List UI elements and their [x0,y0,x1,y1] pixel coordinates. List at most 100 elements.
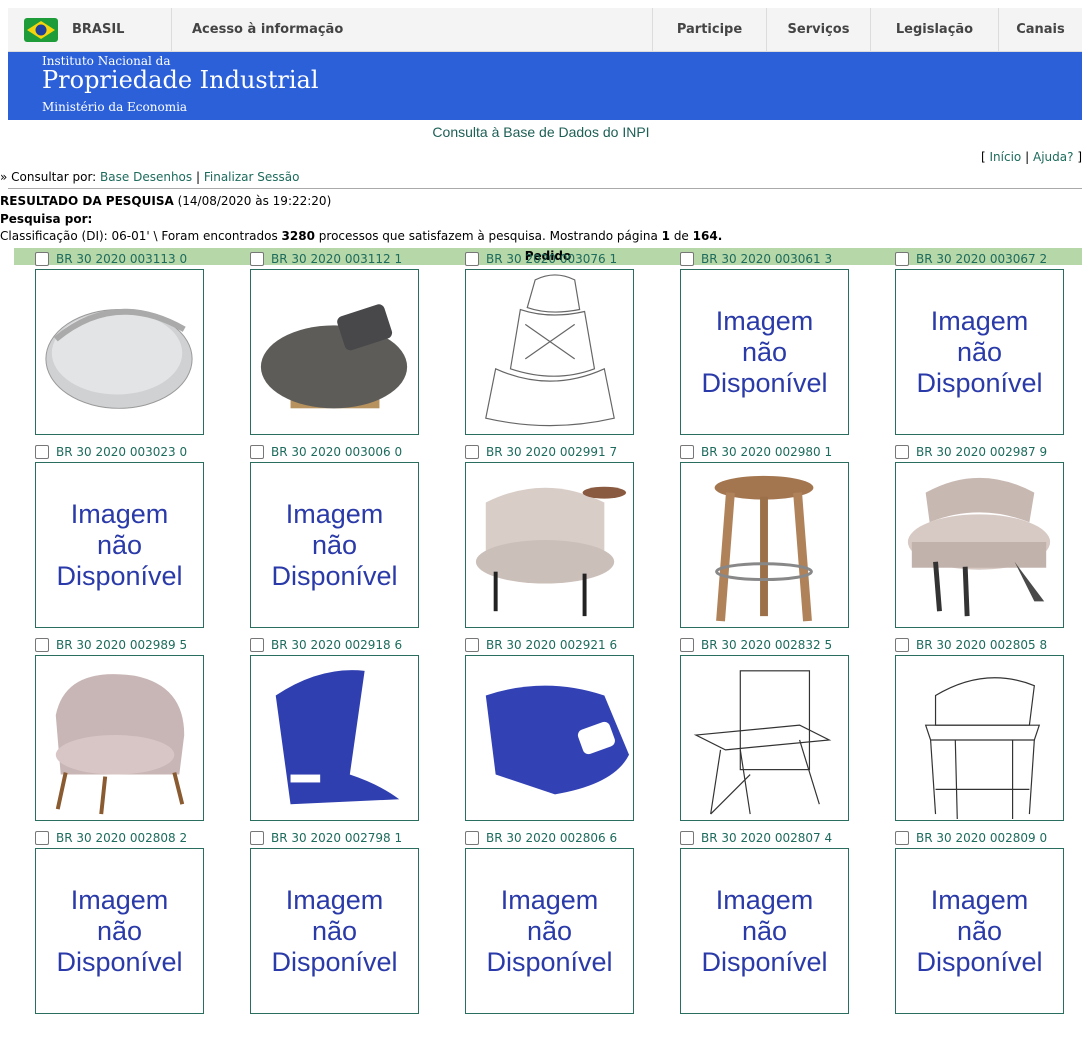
process-number-link[interactable]: BR 30 2020 003112 1 [271,252,402,266]
round-table-image [260,304,408,409]
canais-link[interactable]: Canais [998,8,1082,51]
design-thumbnail[interactable]: Imagem não Disponível [680,848,849,1014]
brasil-label: BRASIL [72,22,125,37]
select-checkbox[interactable] [895,445,909,459]
select-checkbox[interactable] [465,638,479,652]
design-thumbnail[interactable]: Imagem não Disponível [895,269,1064,435]
armchair-with-side-table-image [475,486,627,617]
blue-shell-seat-image [275,670,400,805]
legislacao-link[interactable]: Legislação [870,8,998,51]
select-checkbox[interactable] [35,252,49,266]
participe-link[interactable]: Participe [652,8,766,51]
result-item-header: BR 30 2020 002980 1 [680,443,832,461]
page-title: Consulta à Base de Dados do INPI [432,124,650,140]
design-thumbnail[interactable]: Imagem não Disponível [35,462,204,628]
inicio-link[interactable]: Início [990,150,1022,164]
process-number-link[interactable]: BR 30 2020 003076 1 [486,252,617,266]
design-thumbnail[interactable]: Imagem não Disponível [250,462,419,628]
base-desenhos-link[interactable]: Base Desenhos [100,170,192,184]
blue-shell-chair-image [485,685,630,795]
select-checkbox[interactable] [35,445,49,459]
design-thumbnail[interactable]: Imagem não Disponível [250,848,419,1014]
select-checkbox[interactable] [250,638,264,652]
process-number-link[interactable]: BR 30 2020 002921 6 [486,638,617,652]
select-checkbox[interactable] [35,638,49,652]
result-item-header: BR 30 2020 003067 2 [895,250,1047,268]
process-number-link[interactable]: BR 30 2020 002798 1 [271,831,402,845]
finalizar-sessao-link[interactable]: Finalizar Sessão [204,170,300,184]
wooden-stool-image [714,475,814,622]
select-checkbox[interactable] [250,831,264,845]
result-item-header: BR 30 2020 003061 3 [680,250,832,268]
result-item-header: BR 30 2020 002807 4 [680,829,832,847]
process-number-link[interactable]: BR 30 2020 002989 5 [56,638,187,652]
result-item-header: BR 30 2020 002989 5 [35,636,187,654]
design-thumbnail[interactable]: Imagem não Disponível [680,269,849,435]
classificacao-summary: Classificação (DI): 06-01' \ Foram encon… [0,229,723,243]
result-item-header: BR 30 2020 003076 1 [465,250,617,268]
process-number-link[interactable]: BR 30 2020 002805 8 [916,638,1047,652]
design-thumbnail[interactable] [680,462,849,628]
chair-sketch-image [693,670,832,815]
select-checkbox[interactable] [680,638,694,652]
process-number-link[interactable]: BR 30 2020 002808 2 [56,831,187,845]
round-armchair-image [907,477,1051,617]
servicos-link[interactable]: Serviços [766,8,870,51]
process-number-link[interactable]: BR 30 2020 002832 5 [701,638,832,652]
select-checkbox[interactable] [680,831,694,845]
design-thumbnail[interactable] [250,269,419,435]
process-number-link[interactable]: BR 30 2020 003067 2 [916,252,1047,266]
pink-armchair-image [55,674,185,815]
ajuda-link[interactable]: Ajuda? [1033,150,1074,164]
design-thumbnail[interactable]: Imagem não Disponível [35,848,204,1014]
process-number-link[interactable]: BR 30 2020 003061 3 [701,252,832,266]
design-thumbnail[interactable] [895,655,1064,821]
image-unavailable-text: Imagem não Disponível [271,884,398,977]
process-number-link[interactable]: BR 30 2020 003023 0 [56,445,187,459]
design-thumbnail[interactable] [35,269,204,435]
design-thumbnail[interactable] [680,655,849,821]
result-item-header: BR 30 2020 002991 7 [465,443,617,461]
process-number-link[interactable]: BR 30 2020 002807 4 [701,831,832,845]
process-number-link[interactable]: BR 30 2020 003113 0 [56,252,187,266]
image-unavailable-text: Imagem não Disponível [56,498,183,591]
process-number-link[interactable]: BR 30 2020 003006 0 [271,445,402,459]
process-number-link[interactable]: BR 30 2020 002809 0 [916,831,1047,845]
process-number-link[interactable]: BR 30 2020 002991 7 [486,445,617,459]
gov-bar: BRASIL Acesso à informação Participe Ser… [8,8,1082,52]
result-item-header: BR 30 2020 003006 0 [250,443,402,461]
select-checkbox[interactable] [895,252,909,266]
process-number-link[interactable]: BR 30 2020 002918 6 [271,638,402,652]
design-thumbnail[interactable] [465,462,634,628]
design-thumbnail[interactable] [465,655,634,821]
image-unavailable-text: Imagem não Disponível [701,305,828,398]
design-thumbnail[interactable]: Imagem não Disponível [465,848,634,1014]
select-checkbox[interactable] [465,445,479,459]
select-checkbox[interactable] [895,638,909,652]
round-tray-image [45,308,193,409]
select-checkbox[interactable] [465,831,479,845]
select-checkbox[interactable] [680,445,694,459]
image-unavailable-text: Imagem não Disponível [271,498,398,591]
process-number-link[interactable]: BR 30 2020 002980 1 [701,445,832,459]
select-checkbox[interactable] [250,445,264,459]
select-checkbox[interactable] [250,252,264,266]
design-thumbnail[interactable] [895,462,1064,628]
design-thumbnail[interactable] [35,655,204,821]
select-checkbox[interactable] [895,831,909,845]
select-checkbox[interactable] [465,252,479,266]
result-item-header: BR 30 2020 002832 5 [680,636,832,654]
acesso-informacao-link[interactable]: Acesso à informação [172,8,652,51]
design-thumbnail[interactable]: Imagem não Disponível [895,848,1064,1014]
image-unavailable-text: Imagem não Disponível [916,305,1043,398]
image-unavailable-text: Imagem não Disponível [486,884,613,977]
result-item-header: BR 30 2020 003113 0 [35,250,187,268]
brasil-link[interactable]: BRASIL [8,8,172,51]
design-thumbnail[interactable] [465,269,634,435]
process-number-link[interactable]: BR 30 2020 002806 6 [486,831,617,845]
process-number-link[interactable]: BR 30 2020 002987 9 [916,445,1047,459]
result-item-header: BR 30 2020 003112 1 [250,250,402,268]
design-thumbnail[interactable] [250,655,419,821]
select-checkbox[interactable] [35,831,49,845]
select-checkbox[interactable] [680,252,694,266]
